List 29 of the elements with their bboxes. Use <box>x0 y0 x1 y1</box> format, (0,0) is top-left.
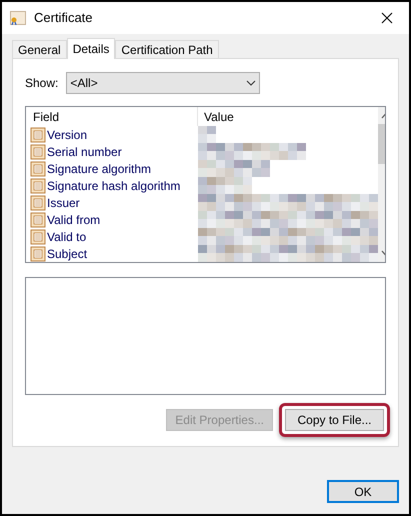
field-name: Version <box>47 126 88 144</box>
show-label: Show: <box>25 75 58 92</box>
field-name: Signature hash algorithm <box>47 178 180 194</box>
chevron-down-icon <box>246 80 256 86</box>
field-name: Subject <box>47 246 88 262</box>
certificate-field-icon <box>30 178 46 194</box>
certificate-field-icon <box>30 228 46 244</box>
certificate-field-icon <box>30 160 46 176</box>
certificate-field-icon <box>30 144 46 160</box>
field-name: Signature algorithm <box>47 160 152 178</box>
field-name: Valid to <box>47 228 86 246</box>
close-icon[interactable] <box>381 12 393 24</box>
certificate-field-icon <box>30 194 46 210</box>
certificate-field-icon <box>30 246 46 262</box>
ok-button[interactable]: OK <box>327 480 399 503</box>
tab[interactable]: General <box>12 40 67 58</box>
column-header[interactable]: Field <box>26 107 198 126</box>
window-title: Certificate <box>34 9 94 28</box>
column-header[interactable]: Value <box>198 107 378 126</box>
tab[interactable]: Certification Path <box>115 40 219 58</box>
certificate-icon <box>10 11 26 25</box>
dialog-button[interactable]: Copy to File... <box>285 409 384 431</box>
field-name: Valid from <box>47 212 100 228</box>
certificate-field-icon <box>30 126 46 142</box>
field-name: Issuer <box>47 194 80 212</box>
certificate-field-icon <box>30 212 46 228</box>
tab[interactable]: Details <box>66 38 116 59</box>
field-name: Serial number <box>47 144 122 160</box>
show-dropdown[interactable]: <All> <box>66 72 260 94</box>
